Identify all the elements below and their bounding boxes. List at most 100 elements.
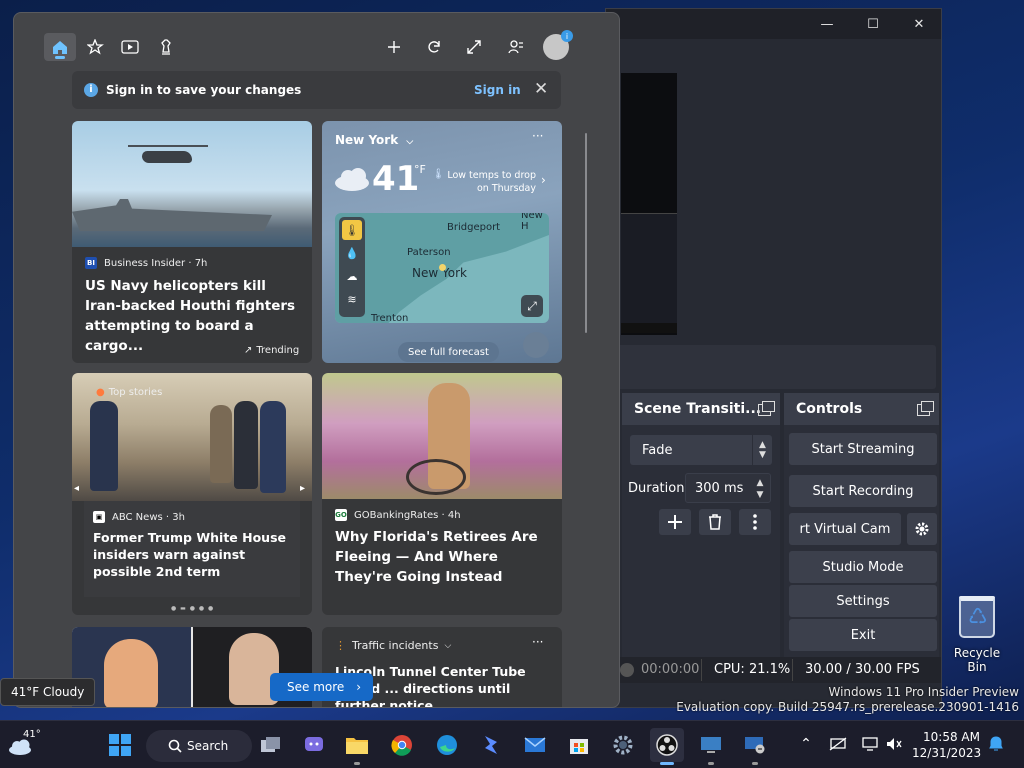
news-headline[interactable]: Why Florida's Retirees Are Fleeing — And… — [335, 527, 549, 587]
obs-titlebar: — ☐ ✕ — [606, 9, 941, 39]
news-source: BI Business Insider · 7h — [85, 257, 207, 269]
start-recording-button[interactable]: Start Recording — [789, 475, 937, 507]
wind-layer-icon[interactable]: ≋ — [342, 289, 362, 309]
display-icon[interactable] — [860, 734, 880, 754]
select-spin-icon[interactable]: ▲ ▼ — [752, 435, 772, 465]
recycle-bin-label: Recycle Bin — [953, 646, 1001, 674]
taskbar: 41° Search ⌃ 10:58 AM 12/31/2023 — [0, 720, 1024, 768]
news-headline[interactable]: Former Trump White House insiders warn a… — [93, 529, 293, 580]
maximize-button[interactable]: ☐ — [850, 9, 896, 39]
studio-mode-button[interactable]: Studio Mode — [789, 551, 937, 583]
remote-app-button[interactable] — [694, 728, 728, 765]
more-options-icon[interactable]: ··· — [532, 635, 543, 649]
settings-button[interactable]: Settings — [789, 585, 937, 617]
scene-transitions-title: Scene Transiti... — [622, 393, 780, 425]
virtual-cam-settings-button[interactable] — [907, 513, 937, 545]
taskbar-search[interactable]: Search — [146, 730, 252, 762]
task-view-button[interactable] — [254, 728, 288, 762]
network-app-button[interactable] — [738, 728, 772, 765]
person-shape — [210, 405, 232, 483]
see-more-button[interactable]: See more › — [270, 673, 374, 701]
record-status-icon — [620, 663, 634, 677]
expand-button[interactable] — [458, 33, 490, 61]
news-headline[interactable]: US Navy helicopters kill Iran-backed Hou… — [85, 276, 299, 356]
duration-spin-icon[interactable]: ▲ ▼ — [750, 474, 770, 504]
watermark-line-2: Evaluation copy. Build 25947.rs_prerelea… — [676, 700, 1019, 714]
personalize-button[interactable] — [500, 33, 532, 61]
see-forecast-button[interactable]: See full forecast — [398, 342, 499, 362]
bicycle-shape — [406, 459, 466, 495]
start-button[interactable] — [103, 728, 137, 762]
volume-muted-icon[interactable] — [884, 734, 904, 754]
signin-link[interactable]: Sign in — [474, 83, 521, 97]
thermometer-icon: 🌡 — [432, 169, 445, 180]
close-icon[interactable]: ✕ — [534, 79, 548, 99]
weather-card[interactable]: New York ⌵ ··· 41 °F Low temps to drop o… — [322, 121, 562, 363]
abc-logo-icon: ▣ — [93, 511, 105, 523]
nav-home[interactable] — [44, 33, 76, 61]
start-streaming-button[interactable]: Start Streaming — [789, 433, 937, 465]
show-hidden-icons[interactable]: ⌃ — [796, 734, 816, 754]
edge-icon — [437, 735, 457, 755]
notifications-icon[interactable] — [986, 734, 1006, 754]
active-indicator — [660, 762, 674, 765]
traffic-category-label: Traffic incidents — [352, 639, 439, 652]
weather-location[interactable]: New York ⌵ — [335, 133, 413, 147]
precipitation-layer-icon[interactable]: 💧 — [342, 243, 362, 263]
chevron-right-icon[interactable]: › — [541, 173, 546, 187]
carousel-prev-icon[interactable]: ◂ — [74, 483, 79, 494]
nav-play[interactable] — [150, 33, 182, 61]
nav-following[interactable] — [80, 33, 112, 61]
weather-ad-icon[interactable] — [523, 332, 549, 358]
mail-button[interactable] — [518, 728, 552, 762]
settings-app-button[interactable] — [606, 728, 640, 762]
news-card-navy[interactable]: BI Business Insider · 7h US Navy helicop… — [72, 121, 312, 363]
chat-button[interactable] — [297, 728, 331, 762]
refresh-button[interactable] — [418, 33, 450, 61]
avatar[interactable]: i — [543, 30, 573, 60]
expand-map-icon[interactable]: ⤢ — [521, 295, 543, 317]
obs-logo-icon — [656, 734, 678, 756]
more-options-icon[interactable]: ··· — [532, 129, 543, 143]
nav-video[interactable] — [114, 33, 146, 61]
thermometer-layer-icon[interactable]: 🌡 — [342, 220, 362, 240]
person-shape — [90, 401, 118, 491]
cloud-layer-icon[interactable]: ☁ — [342, 266, 362, 286]
float-dock-icon[interactable] — [758, 401, 775, 416]
carousel-next-icon[interactable]: ▸ — [300, 483, 305, 494]
transition-menu-button[interactable] — [739, 509, 771, 535]
recycle-bin[interactable]: Recycle Bin — [944, 596, 1010, 674]
virtual-cam-button[interactable]: rt Virtual Cam — [789, 513, 901, 545]
scrollbar[interactable] — [585, 133, 587, 333]
close-button[interactable]: ✕ — [896, 9, 942, 39]
traffic-icon: ⋮ — [335, 639, 346, 652]
source-name: GOBankingRates · 4h — [354, 509, 461, 521]
top-stories-badge: ● Top stories — [96, 387, 162, 398]
add-transition-button[interactable] — [659, 509, 691, 535]
signin-banner: i Sign in to save your changes Sign in ✕ — [72, 71, 561, 109]
news-card-florida[interactable]: GO GOBankingRates · 4h Why Florida's Ret… — [322, 373, 562, 615]
news-card-trump[interactable]: ● Top stories ◂ ▸ ▣ ABC News · 3h Former… — [72, 373, 312, 615]
minimize-button[interactable]: — — [804, 9, 850, 39]
chrome-button[interactable] — [385, 728, 419, 762]
network-offline-icon[interactable] — [828, 734, 848, 754]
person-shape — [260, 401, 286, 493]
store-button[interactable] — [562, 728, 596, 762]
file-explorer-button[interactable] — [340, 728, 374, 765]
taskbar-clock[interactable]: 10:58 AM 12/31/2023 — [912, 729, 981, 761]
copilot-button[interactable] — [474, 728, 508, 762]
edge-button[interactable] — [430, 728, 464, 762]
weather-map[interactable]: Bridgeport New H Paterson New York Trent… — [335, 213, 549, 323]
add-widget-button[interactable] — [378, 33, 410, 61]
duration-input[interactable]: 300 ms ▲ ▼ — [685, 473, 771, 503]
widgets-button[interactable]: 41° — [6, 727, 41, 763]
transition-select[interactable]: Fade ▲ ▼ — [630, 435, 772, 465]
controls-title: Controls — [784, 393, 939, 425]
float-dock-icon[interactable] — [917, 401, 934, 416]
widgets-panel: i i Sign in to save your changes Sign in… — [13, 12, 620, 708]
exit-button[interactable]: Exit — [789, 619, 937, 651]
obs-taskbar-button[interactable] — [650, 728, 684, 765]
plus-icon — [388, 41, 400, 53]
chevron-down-icon: ⌵ — [406, 137, 414, 147]
remove-transition-button[interactable] — [699, 509, 731, 535]
